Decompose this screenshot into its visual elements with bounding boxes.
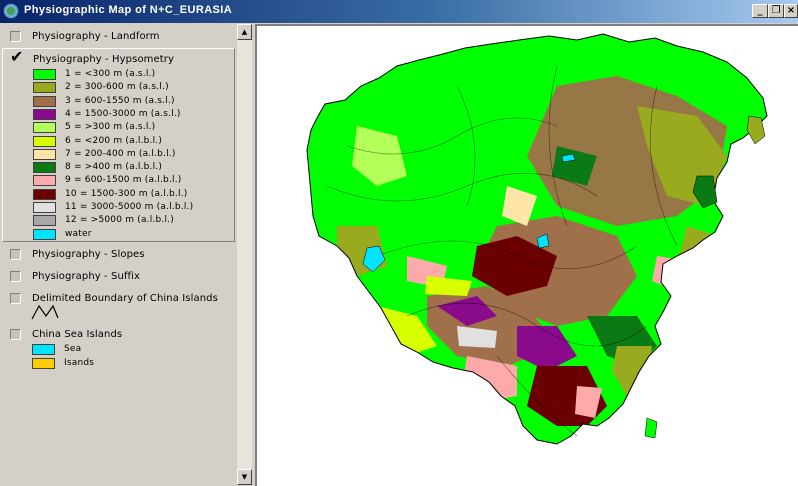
layer-suffix-label: Physiography - Suffix (32, 271, 141, 282)
hypsometry-legend-item: 10 = 1500-300 m (a.l.b.l.) (33, 188, 233, 200)
hypsometry-legend-swatch[interactable] (33, 228, 56, 240)
window-title: Physiographic Map of N+C_EURASIA (24, 4, 233, 16)
hypsometry-legend-label: 1 = <300 m (a.s.l.) (65, 69, 156, 79)
hypsometry-legend-label: 11 = 3000-5000 m (a.l.b.l.) (65, 202, 194, 212)
hypsometry-legend-item: 6 = <200 m (a.l.b.l.) (33, 135, 233, 147)
hypsometry-legend-swatch[interactable] (33, 202, 56, 213)
hypsometry-legend-item: 5 = >300 m (a.s.l.) (33, 122, 233, 134)
hypsometry-legend-swatch[interactable] (33, 135, 56, 147)
layer-boundary-checkbox[interactable] (10, 293, 21, 304)
sea-islands-legend-label: Isands (64, 358, 95, 368)
globe-icon[interactable] (3, 3, 19, 19)
hypsometry-legend-label: 10 = 1500-300 m (a.l.b.l.) (65, 188, 188, 199)
hypsometry-legend-label: 4 = 1500-3000 m (a.s.l.) (65, 108, 181, 119)
map-window: Physiographic Map of N+C_EURASIA _ ❐ × P… (0, 0, 798, 486)
boundary-line-symbol (31, 304, 59, 320)
minimize-button[interactable]: _ (752, 4, 768, 18)
hypsometry-legend-item: 12 = >5000 m (a.l.b.l.) (33, 215, 233, 227)
hypsometry-legend-swatch[interactable] (33, 69, 56, 80)
island-shape (644, 417, 658, 439)
sea-islands-legend-swatch[interactable] (32, 358, 55, 369)
hypsometry-legend-label: 8 = >400 m (a.l.b.l.) (65, 162, 163, 173)
hypsometry-legend-item: 2 = 300-600 m (a.s.l.) (33, 82, 233, 94)
hypsometry-legend-swatch[interactable] (33, 215, 56, 227)
hypsometry-legend-label: 3 = 600-1550 m (a.s.l.) (65, 95, 175, 106)
hypsometry-legend-label: 7 = 200-400 m (a.l.b.l.) (65, 148, 176, 159)
sea-islands-legend-item: Isands (32, 358, 232, 369)
hypsometry-legend-label: 9 = 600-1500 m (a.l.b.l.) (65, 175, 182, 186)
hypsometry-legend-item: 8 = >400 m (a.l.b.l.) (33, 162, 233, 174)
hypsometry-legend-swatch[interactable] (33, 175, 56, 187)
layer-hypsometry-group: ✔ Physiography - Hypsometry 1 = <300 m (… (2, 48, 235, 242)
layer-slopes-checkbox[interactable] (10, 249, 21, 260)
layer-slopes-label: Physiography - Slopes (32, 249, 145, 260)
toc-scrollbar[interactable]: ▲ ▼ (237, 24, 252, 485)
hypsometry-legend-label: 12 = >5000 m (a.l.b.l.) (65, 215, 174, 226)
hypsometry-legend-item: 4 = 1500-3000 m (a.s.l.) (33, 108, 233, 120)
layer-landform-checkbox[interactable] (10, 31, 21, 42)
scroll-down-arrow-icon[interactable]: ▼ (237, 469, 252, 485)
hypsometry-legend-swatch[interactable] (33, 108, 56, 120)
hypsometry-map-layer (307, 34, 767, 444)
layer-landform[interactable]: Physiography - Landform (2, 29, 236, 45)
hypsometry-legend-swatch[interactable] (33, 148, 56, 160)
table-of-contents: Physiography - Landform ✔ Physiography -… (2, 24, 236, 484)
layer-suffix-checkbox[interactable] (10, 271, 21, 282)
sea-islands-legend-swatch[interactable] (32, 344, 55, 355)
layer-hypsometry[interactable]: ✔ Physiography - Hypsometry (3, 49, 236, 68)
sea-islands-legend-label: Sea (64, 344, 82, 354)
layer-sea-islands-label: China Sea Islands (32, 329, 123, 340)
hypsometry-legend-item: 7 = 200-400 m (a.l.b.l.) (33, 148, 233, 160)
hypsometry-legend-item: 11 = 3000-5000 m (a.l.b.l.) (33, 202, 233, 213)
layer-hypsometry-label: Physiography - Hypsometry (33, 54, 175, 65)
hypsometry-legend-swatch[interactable] (33, 162, 56, 174)
title-bar[interactable]: Physiographic Map of N+C_EURASIA _ ❐ × (0, 0, 798, 23)
hypsometry-legend-label: water (65, 228, 92, 239)
hypsometry-legend-swatch[interactable] (33, 188, 56, 200)
eurasia-map[interactable] (257, 26, 798, 486)
maximize-button[interactable]: ❐ (768, 4, 784, 18)
layer-landform-label: Physiography - Landform (32, 31, 160, 42)
hypsometry-legend-label: 2 = 300-600 m (a.s.l.) (65, 82, 169, 93)
layer-sea-islands-checkbox[interactable] (10, 329, 21, 340)
checkmark-icon[interactable]: ✔ (10, 49, 23, 65)
close-button[interactable]: × (784, 4, 798, 18)
hypsometry-legend-swatch[interactable] (33, 95, 56, 107)
sea-islands-legend-item: Sea (32, 344, 232, 355)
hypsometry-legend-item: 3 = 600-1550 m (a.s.l.) (33, 95, 233, 107)
scroll-up-arrow-icon[interactable]: ▲ (237, 24, 252, 40)
hypsometry-legend-label: 5 = >300 m (a.s.l.) (65, 122, 156, 133)
layer-boundary-label: Delimited Boundary of China Islands (32, 293, 218, 304)
hypsometry-legend-label: 6 = <200 m (a.l.b.l.) (65, 135, 163, 146)
hypsometry-legend-item: water (33, 228, 233, 240)
map-view[interactable] (255, 24, 798, 486)
layer-slopes[interactable]: Physiography - Slopes (2, 247, 236, 263)
hypsometry-legend-swatch[interactable] (33, 82, 56, 94)
hypsometry-legend-item: 9 = 600-1500 m (a.l.b.l.) (33, 175, 233, 187)
layer-sea-islands[interactable]: China Sea Islands (2, 327, 236, 343)
layer-suffix[interactable]: Physiography - Suffix (2, 269, 236, 285)
hypsometry-legend-item: 1 = <300 m (a.s.l.) (33, 69, 233, 80)
hypsometry-legend-swatch[interactable] (33, 122, 56, 134)
